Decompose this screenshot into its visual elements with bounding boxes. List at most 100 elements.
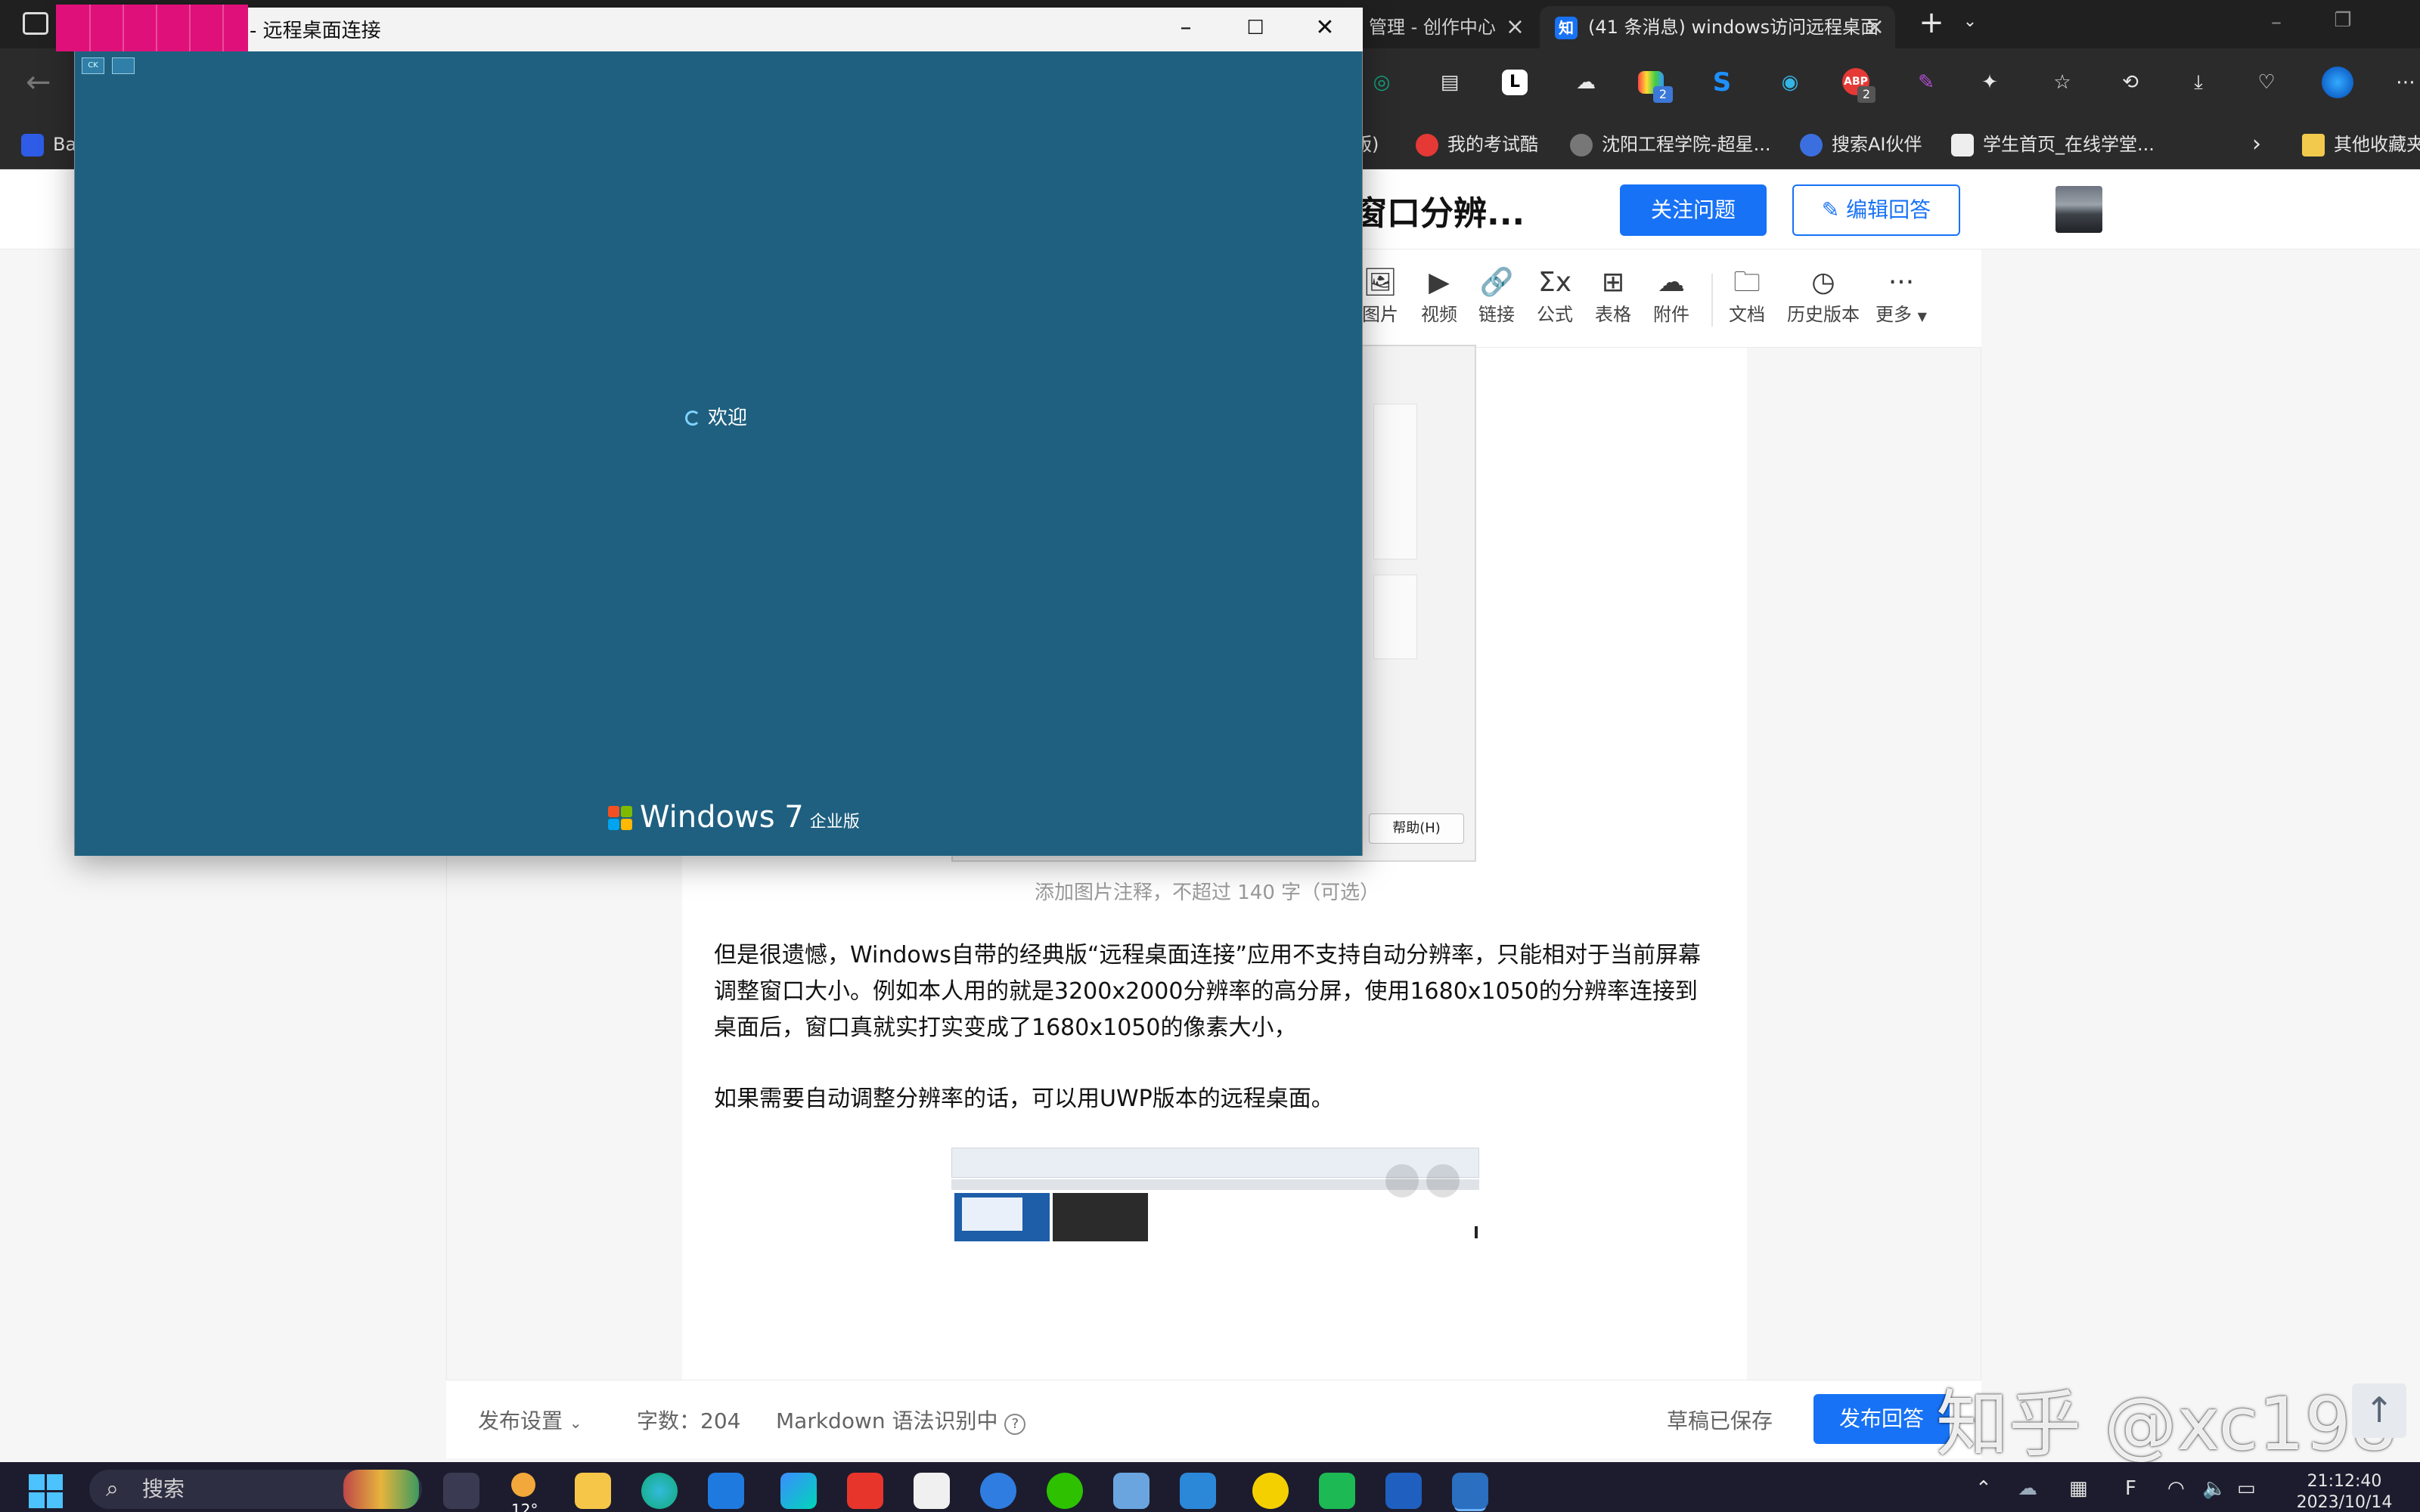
folder-icon	[2302, 134, 2325, 156]
edit-answer-button[interactable]: ✎ 编辑回答	[1792, 184, 1960, 236]
toolbar-formula-button[interactable]: Σx 公式	[1528, 266, 1581, 326]
question-title[interactable]: 窗口分辨...	[1354, 186, 1525, 234]
wifi-icon[interactable]: ◠	[2167, 1477, 2185, 1500]
toolbar-attachment-button[interactable]: ☁ 附件	[1645, 266, 1698, 326]
embedded-panel	[1373, 404, 1417, 559]
remote-desktop-taskbar-icon[interactable]	[1452, 1473, 1488, 1509]
rdp-minimize-button[interactable]: –	[1163, 11, 1208, 45]
restore-browser-button[interactable]: ❐	[2328, 9, 2358, 39]
publish-settings-dropdown[interactable]: 发布设置 ⌄	[478, 1405, 582, 1435]
weather-widget[interactable]: 12°	[511, 1473, 557, 1512]
toolbar-video-button[interactable]: ▶ 视频	[1413, 266, 1466, 326]
rdp-session-screen[interactable]	[75, 51, 1362, 856]
bookmarks-overflow-chevron-icon[interactable]: ›	[2252, 125, 2261, 163]
start-windows-icon[interactable]	[29, 1474, 64, 1509]
cloud-icon: ☁	[1658, 267, 1685, 298]
bookmark-baidu[interactable]: Ba	[21, 125, 76, 163]
volume-icon[interactable]: 🔈	[2202, 1477, 2226, 1500]
bookmark-search-ai[interactable]: 搜索AI伙伴	[1800, 125, 1922, 163]
sidebar-toggle-icon[interactable]	[23, 12, 48, 35]
wechat-icon[interactable]	[1047, 1473, 1083, 1509]
back-to-top-arrow-icon[interactable]: ↑	[2352, 1383, 2406, 1438]
close-icon[interactable]: ×	[1866, 6, 1885, 48]
tab-list-chevron-icon[interactable]: ⌄	[1959, 11, 1981, 33]
paragraph-uwp[interactable]: 如果需要自动调整分辨率的话，可以用UWP版本的远程桌面。	[714, 1081, 1720, 1117]
feishu-icon[interactable]	[780, 1473, 817, 1509]
rdp-close-button[interactable]: ✕	[1302, 11, 1348, 45]
bookmark-kaoshiku[interactable]: 我的考试酷	[1416, 125, 1538, 163]
rdp-connection-bar-icon[interactable]: CK	[82, 57, 104, 74]
bookmark-other-folder[interactable]: 其他收藏夹	[2302, 125, 2420, 163]
toolbar-history-button[interactable]: ◷ 历史版本	[1779, 266, 1868, 326]
rdp-keyboard-icon[interactable]	[112, 57, 135, 74]
eye-extension-icon[interactable]: ◉	[1774, 67, 1806, 98]
settings-more-icon[interactable]: ⋯	[2390, 67, 2420, 98]
copilot-icon[interactable]	[2322, 67, 2353, 98]
clipboard-extension-icon[interactable]: ▤	[1434, 67, 1466, 98]
back-arrow-icon[interactable]: ←	[26, 65, 51, 100]
toolbar-document-button[interactable]: 🗀 文档	[1720, 266, 1773, 326]
reader-extension-icon[interactable]: ✎	[1910, 67, 1942, 98]
rdp-welcome-status: 欢迎	[685, 402, 747, 430]
music-icon[interactable]	[1252, 1473, 1289, 1509]
extension-l-icon[interactable]: L	[1502, 70, 1528, 95]
qq-browser-icon[interactable]	[980, 1473, 1016, 1509]
health-icon[interactable]: ♡	[2251, 67, 2282, 98]
toolbar-table-button[interactable]: ⊞ 表格	[1587, 266, 1640, 326]
image-close-icon[interactable]	[1426, 1164, 1460, 1198]
download-icon[interactable]: ⤓	[2183, 67, 2214, 98]
edge-icon[interactable]	[641, 1473, 678, 1509]
avatar[interactable]	[2055, 186, 2102, 233]
paragraph-resolution[interactable]: 但是很遗憾，Windows自带的经典版“远程桌面连接”应用不支持自动分辨率，只能…	[714, 937, 1720, 1046]
tab-zhihu[interactable]: 知 (41 条消息) windows访问远程桌面 ×	[1540, 6, 1895, 48]
word-icon[interactable]	[1385, 1473, 1422, 1509]
cloud-extension-icon[interactable]: ☁	[1570, 67, 1602, 98]
help-circle-icon[interactable]: ?	[1004, 1414, 1026, 1435]
tray-overflow-chevron-icon[interactable]: ⌃	[1975, 1477, 1992, 1500]
image-edit-icon[interactable]	[1385, 1164, 1419, 1198]
chatgpt-extension-icon[interactable]: ◎	[1366, 67, 1398, 98]
loading-spinner-icon	[685, 411, 700, 426]
image-controls	[1385, 1164, 1469, 1198]
favorites-star-icon[interactable]: ☆	[2046, 67, 2078, 98]
publish-answer-button[interactable]: 发布回答	[1813, 1394, 1950, 1444]
text-cursor	[1475, 1226, 1478, 1238]
ime-indicator[interactable]: F	[2125, 1477, 2136, 1500]
edit-answer-label: 编辑回答	[1846, 197, 1931, 222]
extensions-puzzle-icon[interactable]: ✦	[1974, 67, 2006, 98]
youdao-icon[interactable]	[847, 1473, 883, 1509]
tray-app-icon[interactable]: ▦	[2069, 1477, 2088, 1500]
green-app-icon[interactable]	[1319, 1473, 1355, 1509]
network-app-icon[interactable]	[1113, 1473, 1150, 1509]
extension-badge: 2	[1653, 86, 1673, 103]
toolbar-link-button[interactable]: 🔗 链接	[1470, 266, 1523, 326]
paint-icon[interactable]	[914, 1473, 950, 1509]
battery-icon[interactable]: ▭	[2237, 1477, 2256, 1500]
bookmark-syiae[interactable]: 沈阳工程学院-超星...	[1570, 125, 1771, 163]
s-extension-icon[interactable]: S	[1706, 67, 1738, 98]
follow-question-button[interactable]: 关注问题	[1620, 184, 1767, 236]
minimize-browser-button[interactable]: –	[2261, 9, 2291, 39]
zhihu-watermark: 知乎 @xc198	[1936, 1382, 2397, 1467]
image-caption-input[interactable]: 添加图片注释，不超过 140 字（可选）	[1035, 877, 1379, 905]
phone-link-icon[interactable]	[1180, 1473, 1216, 1509]
store-icon[interactable]	[708, 1473, 744, 1509]
bookmark-student-home[interactable]: 学生首页_在线学堂...	[1951, 125, 2155, 163]
globe-icon	[1570, 134, 1593, 156]
history-icon[interactable]: ⟲	[2114, 67, 2146, 98]
task-view-icon[interactable]	[443, 1473, 479, 1509]
windows-edition: 企业版	[809, 813, 860, 832]
folder-plus-icon: 🗀	[1733, 267, 1761, 298]
kaoshiku-icon	[1416, 134, 1438, 156]
new-tab-button[interactable]: +	[1915, 6, 1948, 39]
onedrive-icon[interactable]: ☁	[2018, 1477, 2037, 1500]
rdp-maximize-button[interactable]: ☐	[1233, 11, 1278, 45]
embedded-panel	[1373, 575, 1417, 659]
tab-creator-center[interactable]: 管理 - 创作中心 ×	[1354, 6, 1535, 48]
file-explorer-icon[interactable]	[575, 1473, 611, 1509]
taskbar-clock[interactable]: 21:12:40 2023/10/14	[2291, 1471, 2397, 1512]
close-icon[interactable]: ×	[1506, 6, 1525, 48]
more-icon: ···	[1888, 267, 1915, 298]
caret-down-icon: ▼	[1917, 309, 1927, 324]
toolbar-more-button[interactable]: ··· 更多 ▼	[1871, 266, 1931, 326]
